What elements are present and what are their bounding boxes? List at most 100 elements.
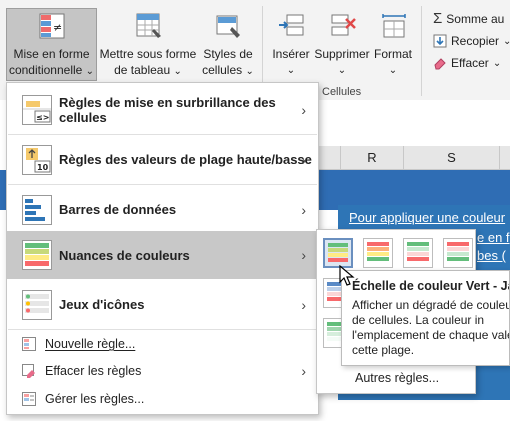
cond-format-line2: conditionnelle xyxy=(8,63,83,77)
menu-label: Gérer les règles... xyxy=(45,392,145,406)
swatch-stripe xyxy=(407,242,429,246)
menu-separator xyxy=(8,329,317,330)
swatch-stripe xyxy=(328,248,348,252)
color-scale-green-white-red[interactable] xyxy=(403,238,433,268)
swatch-stripe xyxy=(407,257,429,261)
chevron-down-icon: ⌄ xyxy=(503,35,510,47)
swatch-stripe xyxy=(367,257,389,261)
swatch-stripe xyxy=(407,252,429,256)
cell-styles-line2: cellules xyxy=(202,63,243,77)
tooltip-body: Afficher un dégradé de couleu plage de c… xyxy=(352,298,510,357)
fill-button[interactable]: Recopier ⌄ xyxy=(433,34,510,48)
menu-label: Règles de mise en surbrillance des cellu… xyxy=(59,94,276,125)
swatch-stripe xyxy=(328,243,348,247)
swatch-stripe xyxy=(367,242,389,246)
menu-item-clear-rules[interactable]: Effacer les règles › xyxy=(7,358,318,384)
fill-down-icon xyxy=(433,34,447,48)
tooltip-title: Échelle de couleur Vert - Jau xyxy=(352,279,510,293)
svg-text:≠: ≠ xyxy=(53,21,62,34)
color-scale-red-white-green[interactable] xyxy=(443,238,473,268)
fill-label: Recopier xyxy=(451,34,500,48)
chevron-right-icon: › xyxy=(301,247,306,263)
chevron-down-icon: ⌄ xyxy=(245,66,254,77)
new-rule-icon xyxy=(22,337,36,351)
menu-item-manage-rules[interactable]: Gérer les règles... xyxy=(7,386,318,412)
insert-cells-icon xyxy=(279,14,304,36)
insert-button[interactable]: Insérer ⌄ xyxy=(270,8,312,78)
info-link-3[interactable]: bes ( xyxy=(477,248,506,263)
chevron-down-icon: ⌄ xyxy=(286,65,296,76)
chevron-down-icon: ⌄ xyxy=(492,57,502,69)
menu-item-highlight-rules[interactable]: ≤> Règles de mise en surbrillance des ce… xyxy=(7,85,318,134)
data-bars-icon xyxy=(22,194,52,225)
delete-cells-icon xyxy=(331,14,356,36)
color-scale-red-yellow-green[interactable] xyxy=(363,238,393,268)
menu-label: Jeux d'icônes xyxy=(59,297,145,312)
more-rules-link[interactable]: Autres règles... xyxy=(355,371,439,385)
menu-item-icon-sets[interactable]: Jeux d'icônes › xyxy=(7,280,318,329)
chevron-right-icon: › xyxy=(301,101,306,118)
highlight-cells-rules-icon: ≤> xyxy=(22,94,52,125)
menu-label: Règles des valeurs de plage haute/basse xyxy=(59,152,312,167)
swatch-stripe xyxy=(367,252,389,256)
mouse-cursor-icon xyxy=(339,265,355,286)
format-table-icon xyxy=(136,13,161,38)
color-scale-green-yellow-red[interactable] xyxy=(323,238,353,268)
conditional-formatting-button[interactable]: ≠ Mise en forme conditionnelle ⌄ xyxy=(6,8,97,81)
menu-item-top-bottom-rules[interactable]: 10 Règles des valeurs de plage haute/bas… xyxy=(7,135,318,184)
delete-button[interactable]: Supprimer ⌄ xyxy=(313,8,371,78)
clear-button[interactable]: Effacer ⌄ xyxy=(433,56,501,70)
color-scales-icon xyxy=(22,240,52,270)
column-header-r[interactable]: R xyxy=(340,146,404,170)
chevron-right-icon: › xyxy=(301,151,306,168)
info-link-1[interactable]: Pour appliquer une couleur xyxy=(349,210,505,225)
chevron-right-icon: › xyxy=(301,201,306,218)
clear-rules-icon xyxy=(22,364,35,378)
conditional-formatting-menu: ≤> Règles de mise en surbrillance des ce… xyxy=(6,82,319,415)
format-table-label-2: de tableau ⌄ xyxy=(99,63,197,79)
chevron-right-icon: › xyxy=(301,363,306,379)
format-label: Format xyxy=(373,47,412,61)
menu-item-new-rule[interactable]: Nouvelle règle... xyxy=(7,331,318,357)
format-button[interactable]: Format ⌄ xyxy=(372,8,414,78)
format-table-label-1: Mettre sous forme xyxy=(99,47,197,61)
ribbon-separator xyxy=(421,6,422,96)
menu-label: Barres de données xyxy=(59,202,177,217)
cell-styles-label-2: cellules ⌄ xyxy=(200,63,256,79)
autosum-button[interactable]: Σ Somme au xyxy=(433,10,504,27)
format-table-line2: de tableau xyxy=(114,63,171,77)
cell-styles-button[interactable]: Styles de cellules ⌄ xyxy=(199,8,257,81)
swatch-stripe xyxy=(328,253,348,257)
conditional-formatting-icon: ≠ xyxy=(39,13,65,39)
sigma-icon: Σ xyxy=(433,10,443,27)
menu-label: Effacer les règles xyxy=(45,364,142,378)
cond-format-label-1: Mise en forme xyxy=(13,47,90,61)
autosum-label: Somme au xyxy=(446,11,505,26)
insert-label: Insérer xyxy=(272,47,310,61)
swatch-stripe xyxy=(447,252,469,256)
column-header-s[interactable]: S xyxy=(404,146,500,170)
format-as-table-button[interactable]: Mettre sous forme de tableau ⌄ xyxy=(98,8,198,81)
menu-label: Nouvelle règle... xyxy=(45,337,136,351)
cond-format-label-2: conditionnelle ⌄ xyxy=(7,63,96,79)
swatch-stripe xyxy=(447,257,469,261)
delete-label: Supprimer xyxy=(314,47,370,61)
menu-item-color-scales[interactable]: Nuances de couleurs › xyxy=(7,231,318,279)
cells-group-label: Cellules xyxy=(322,86,362,98)
icon-sets-icon xyxy=(22,289,52,320)
swatch-stripe xyxy=(447,247,469,251)
chevron-right-icon: › xyxy=(301,296,306,313)
cell-styles-icon xyxy=(216,15,240,38)
swatch-stripe xyxy=(447,242,469,246)
cell-styles-label-1: Styles de xyxy=(203,47,253,61)
swatch-stripe xyxy=(328,258,348,262)
swatch-stripe xyxy=(407,247,429,251)
eraser-icon xyxy=(434,58,446,70)
menu-label: Nuances de couleurs xyxy=(59,247,190,263)
format-cells-icon xyxy=(382,14,406,38)
icon-text: ≤> xyxy=(36,113,49,122)
info-link-2[interactable]: e en f xyxy=(477,230,510,245)
menu-item-data-bars[interactable]: Barres de données › xyxy=(7,185,318,234)
icon-text: 10 xyxy=(37,163,49,172)
chevron-down-icon: ⌄ xyxy=(173,66,182,77)
